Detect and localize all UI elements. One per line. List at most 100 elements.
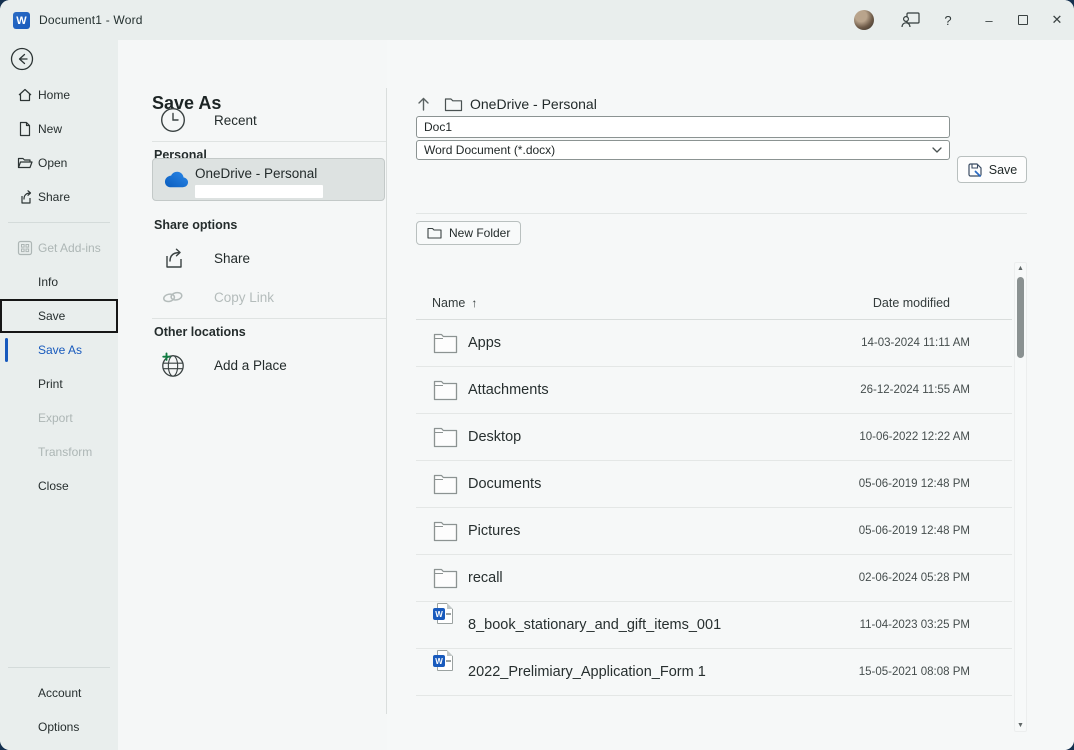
- sidebar-item-label: Home: [38, 88, 70, 102]
- file-name: Desktop: [468, 429, 521, 445]
- file-list-scrollbar[interactable]: ▲ ▼: [1014, 262, 1027, 732]
- minimize-button[interactable]: –: [972, 0, 1006, 40]
- filetype-value: Word Document (*.docx): [424, 143, 555, 157]
- place-label: OneDrive - Personal: [195, 166, 317, 181]
- presenter-mode-icon[interactable]: [896, 6, 924, 34]
- add-place-globe-icon: [160, 351, 186, 379]
- place-onedrive-personal[interactable]: OneDrive - Personal: [152, 158, 385, 201]
- sidebar-item-label: Options: [38, 720, 79, 734]
- place-recent[interactable]: Recent: [152, 100, 372, 140]
- file-date-modified: 10-06-2022 12:22 AM: [859, 431, 970, 443]
- sidebar-item-label: Close: [38, 479, 69, 493]
- places-panel: Save As Recent Personal OneDrive - Perso…: [118, 40, 387, 750]
- sidebar-item-label: Share: [38, 190, 70, 204]
- file-name: recall: [468, 570, 503, 586]
- word-file-icon: W: [433, 661, 458, 683]
- sidebar-item-account[interactable]: Account: [0, 676, 118, 710]
- column-header-name[interactable]: Name↑: [432, 296, 477, 310]
- scroll-up-arrow[interactable]: ▲: [1015, 265, 1026, 272]
- maximize-button[interactable]: [1006, 0, 1040, 40]
- sidebar-item-label: New: [38, 122, 62, 136]
- clock-icon: [160, 107, 186, 133]
- sidebar-item-info[interactable]: Info: [0, 265, 118, 299]
- sidebar-divider: [8, 222, 110, 223]
- file-row[interactable]: W Pictures 05-06-2019 12:48 PM: [416, 508, 1012, 555]
- file-date-modified: 15-05-2021 08:08 PM: [859, 666, 970, 678]
- file-row[interactable]: W Apps 14-03-2024 11:11 AM: [416, 320, 1012, 367]
- sidebar-item-label: Save: [38, 309, 65, 323]
- folder-icon: [433, 379, 458, 401]
- new-folder-button[interactable]: New Folder: [416, 221, 521, 245]
- copy-link-action-disabled: Copy Link: [152, 277, 372, 317]
- share-action[interactable]: Share: [152, 238, 372, 278]
- sidebar-item-label: Info: [38, 275, 58, 289]
- file-list-header: Name↑ Date modified: [416, 290, 1012, 318]
- sidebar-item-label: Get Add-ins: [38, 241, 101, 255]
- add-a-place-action[interactable]: Add a Place: [152, 345, 372, 385]
- filetype-dropdown[interactable]: Word Document (*.docx): [416, 140, 950, 160]
- scrollbar-thumb[interactable]: [1017, 277, 1024, 358]
- link-icon: [160, 288, 186, 306]
- sidebar-item-open[interactable]: Open: [0, 146, 118, 180]
- panel-section-divider: [152, 141, 386, 142]
- title-bar: W Document1 - Word ? – ✕: [0, 0, 1074, 40]
- filename-input[interactable]: [416, 116, 950, 138]
- file-row[interactable]: W 8_book_stationary_and_gift_items_001 1…: [416, 602, 1012, 649]
- maximize-icon: [1018, 15, 1028, 25]
- word-app-window: W Document1 - Word ? – ✕: [0, 0, 1074, 750]
- folder-icon: [433, 426, 458, 448]
- sidebar-item-share[interactable]: Share: [0, 180, 118, 214]
- sidebar-item-label: Export: [38, 411, 73, 425]
- sidebar-item-export: Export: [0, 401, 118, 435]
- file-date-modified: 02-06-2024 05:28 PM: [859, 572, 970, 584]
- scroll-down-arrow[interactable]: ▼: [1015, 722, 1026, 729]
- onedrive-account-redacted: [195, 185, 323, 198]
- new-document-icon: [17, 121, 33, 137]
- open-folder-icon: [17, 155, 33, 171]
- file-name: 2022_Prelimiary_Application_Form 1: [468, 664, 706, 680]
- backstage-sidebar: Home New Open Share: [0, 40, 118, 750]
- file-row[interactable]: W Attachments 26-12-2024 11:55 AM: [416, 367, 1012, 414]
- sidebar-item-label: Transform: [38, 445, 92, 459]
- file-list: W Apps 14-03-2024 11:11 AM W Attachments…: [416, 320, 1012, 696]
- sidebar-item-save-as[interactable]: Save As: [0, 333, 118, 367]
- file-name: 8_book_stationary_and_gift_items_001: [468, 617, 721, 633]
- file-row[interactable]: W Desktop 10-06-2022 12:22 AM: [416, 414, 1012, 461]
- save-button[interactable]: Save: [957, 156, 1027, 183]
- column-header-date-modified[interactable]: Date modified: [873, 296, 950, 310]
- panel-section-divider: [152, 318, 386, 319]
- sort-ascending-icon: ↑: [471, 296, 477, 310]
- folder-icon: [444, 97, 463, 112]
- sidebar-item-options[interactable]: Options: [0, 710, 118, 744]
- sidebar-item-new[interactable]: New: [0, 112, 118, 146]
- folder-icon: [433, 332, 458, 354]
- place-label: Recent: [214, 113, 257, 128]
- file-date-modified: 05-06-2019 12:48 PM: [859, 478, 970, 490]
- get-addins-icon: [17, 240, 33, 256]
- sidebar-divider: [8, 667, 110, 668]
- sidebar-item-print[interactable]: Print: [0, 367, 118, 401]
- file-row[interactable]: W Documents 05-06-2019 12:48 PM: [416, 461, 1012, 508]
- file-name: Attachments: [468, 382, 549, 398]
- sidebar-item-close[interactable]: Close: [0, 469, 118, 503]
- file-date-modified: 05-06-2019 12:48 PM: [859, 525, 970, 537]
- up-directory-icon[interactable]: [416, 96, 431, 112]
- place-label: Add a Place: [214, 358, 287, 373]
- section-other-locations: Other locations: [154, 325, 246, 339]
- file-row[interactable]: W 2022_Prelimiary_Application_Form 1 15-…: [416, 649, 1012, 696]
- help-icon[interactable]: ?: [934, 6, 962, 34]
- sidebar-item-home[interactable]: Home: [0, 78, 118, 112]
- word-file-icon: W: [433, 614, 458, 636]
- place-label: Share: [214, 251, 250, 266]
- user-avatar[interactable]: [854, 10, 874, 30]
- back-button[interactable]: [10, 47, 34, 71]
- close-button[interactable]: ✕: [1040, 0, 1074, 40]
- sidebar-item-label: Account: [38, 686, 81, 700]
- breadcrumb-location[interactable]: OneDrive - Personal: [470, 96, 597, 112]
- sidebar-item-save[interactable]: Save: [0, 299, 118, 333]
- place-label: Copy Link: [214, 290, 274, 305]
- file-name: Documents: [468, 476, 541, 492]
- file-row[interactable]: W recall 02-06-2024 05:28 PM: [416, 555, 1012, 602]
- sidebar-item-label: Open: [38, 156, 67, 170]
- breadcrumb: OneDrive - Personal: [416, 90, 597, 118]
